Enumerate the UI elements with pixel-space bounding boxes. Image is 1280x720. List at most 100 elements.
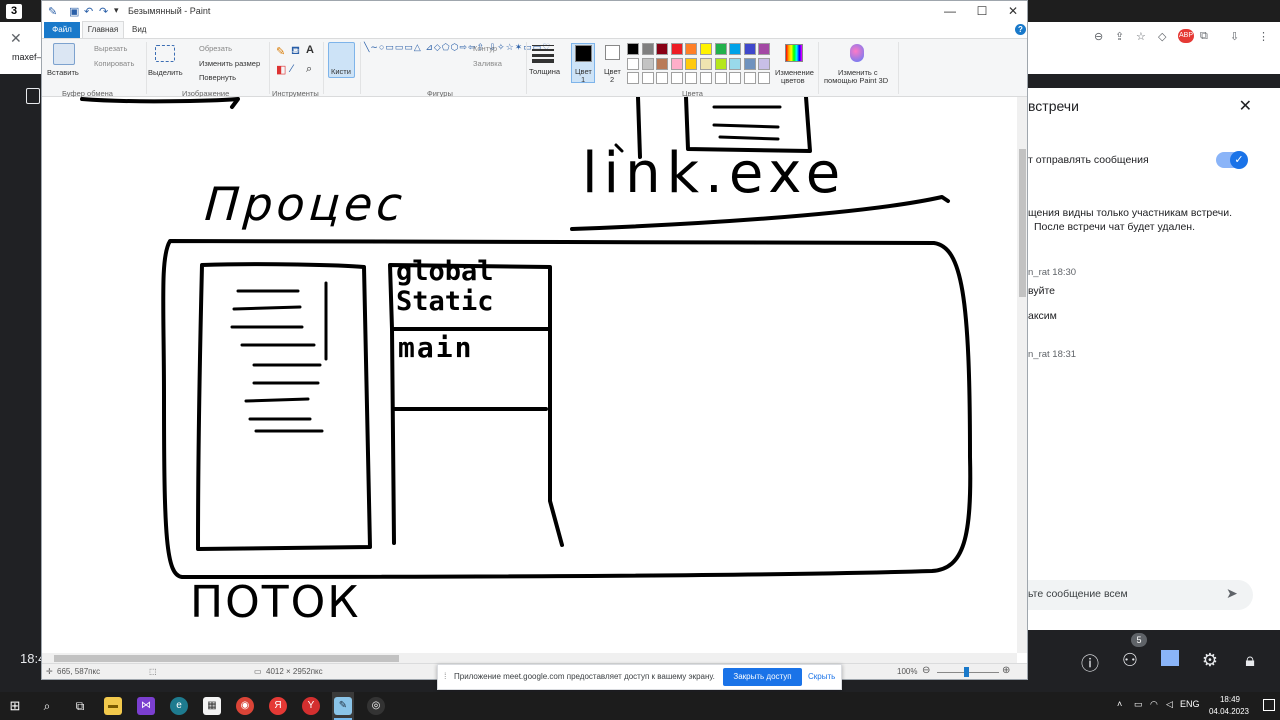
text-icon[interactable]: A xyxy=(306,44,314,56)
zoom-in-icon[interactable]: ⊕ xyxy=(1002,665,1010,676)
windows-start-icon[interactable]: ⊞ xyxy=(6,697,24,715)
visual-studio-icon[interactable]: ⋈ xyxy=(137,697,155,715)
color1-swatch[interactable] xyxy=(575,45,592,62)
info-icon[interactable]: ⓘ xyxy=(1078,650,1102,676)
people-icon[interactable]: ⚇ xyxy=(1118,650,1142,671)
drawing-canvas[interactable]: Процес link.exe global Static main ПОТОК xyxy=(42,97,1017,653)
palette-swatch[interactable] xyxy=(670,57,683,70)
palette-swatch[interactable] xyxy=(700,57,712,70)
vertical-scroll-thumb[interactable] xyxy=(1019,149,1026,297)
edge-icon[interactable]: e xyxy=(170,697,188,715)
tab-file[interactable]: Файл xyxy=(44,22,80,38)
palette-swatch[interactable] xyxy=(729,72,742,84)
palette-swatch[interactable] xyxy=(743,43,756,55)
size-icon[interactable] xyxy=(532,43,554,63)
notification-icon[interactable] xyxy=(1263,699,1275,711)
palette-swatch[interactable] xyxy=(685,72,698,84)
paste-icon[interactable] xyxy=(53,43,75,65)
zoom-icon[interactable]: ⊖ xyxy=(1094,30,1103,43)
tab-count-badge[interactable]: 3 xyxy=(6,4,22,19)
volume-icon[interactable]: ◁ xyxy=(1166,699,1173,710)
outline-button[interactable]: Контур xyxy=(473,44,497,53)
palette-swatch[interactable] xyxy=(641,57,654,70)
color2-swatch[interactable] xyxy=(605,45,620,60)
close-icon[interactable]: ✕ xyxy=(1239,96,1252,116)
drag-handle-icon[interactable]: ⁞ xyxy=(444,671,447,681)
brushes-button[interactable]: Кисти xyxy=(331,67,351,76)
menu-icon[interactable]: ⋮ xyxy=(1258,30,1269,43)
check-icon[interactable]: ✓ xyxy=(1230,151,1248,169)
redo-icon[interactable]: ↷ xyxy=(99,5,108,18)
resize-button[interactable]: Изменить размер xyxy=(199,59,260,68)
download-icon[interactable]: ⇩ xyxy=(1230,30,1239,43)
palette-swatch[interactable] xyxy=(641,72,654,84)
palette-swatch[interactable] xyxy=(743,72,756,84)
color-picker-icon[interactable]: ⁄ xyxy=(291,63,293,75)
chat-icon[interactable] xyxy=(1161,650,1179,666)
file-explorer-icon[interactable]: ▬ xyxy=(104,697,122,715)
palette-swatch[interactable] xyxy=(656,57,669,70)
help-icon[interactable]: ? xyxy=(1015,24,1026,35)
close-icon[interactable]: ✕ xyxy=(10,30,22,47)
palette-swatch[interactable] xyxy=(670,43,683,55)
zoom-out-icon[interactable]: ⊖ xyxy=(922,665,930,676)
close-button[interactable]: ✕ xyxy=(998,4,1027,18)
save-icon[interactable]: ▣ xyxy=(69,5,79,18)
task-view-icon[interactable]: ⧉ xyxy=(71,697,89,715)
fill-button[interactable]: Заливка xyxy=(473,59,502,68)
palette-swatch[interactable] xyxy=(656,43,669,55)
palette-swatch[interactable] xyxy=(758,57,771,70)
paste-button[interactable]: Вставить xyxy=(47,68,79,77)
palette-swatch[interactable] xyxy=(714,57,727,70)
palette-swatch[interactable] xyxy=(641,43,654,55)
zoom-slider-handle[interactable] xyxy=(964,667,969,677)
bookmark-icon[interactable]: ☆ xyxy=(1136,30,1146,43)
chevron-down-icon[interactable]: ▾ xyxy=(114,5,119,16)
clock-date[interactable]: 04.04.2023 xyxy=(1204,707,1254,716)
palette-swatch[interactable] xyxy=(700,43,712,55)
palette-swatch[interactable] xyxy=(656,72,669,84)
size-button[interactable]: Толщина xyxy=(529,67,560,76)
cut-button[interactable]: Вырезать xyxy=(94,44,127,53)
yandex-browser-icon[interactable]: Y xyxy=(302,697,320,715)
palette-swatch[interactable] xyxy=(729,57,742,70)
host-controls-icon[interactable]: 🔒︎ xyxy=(1238,650,1262,671)
eraser-icon[interactable]: ◧ xyxy=(276,63,286,76)
tab-home[interactable]: Главная xyxy=(82,21,124,39)
search-icon[interactable]: ⌕ xyxy=(38,697,56,715)
copy-button[interactable]: Копировать xyxy=(94,59,134,68)
palette-swatch[interactable] xyxy=(627,57,639,70)
puzzle-icon[interactable]: ⧉ xyxy=(1200,30,1208,43)
activities-icon[interactable]: ⚙ xyxy=(1198,650,1222,671)
yandex-icon[interactable]: Я xyxy=(269,697,287,715)
hide-link[interactable]: Скрыть xyxy=(808,672,835,681)
paint3d-line2[interactable]: помощью Paint 3D xyxy=(824,76,888,85)
pencil-icon[interactable]: ✎ xyxy=(276,45,285,58)
palette-swatch[interactable] xyxy=(758,43,771,55)
palette-swatch[interactable] xyxy=(758,72,771,84)
wifi-icon[interactable]: ◠ xyxy=(1150,699,1158,710)
shapes-gallery[interactable]: ╲∼○▭▭▭△ ⊿◇⬠⬡⇨⇦⇧ ⇩✧☆✶▭▭♡ xyxy=(364,42,551,53)
language-indicator[interactable]: ENG xyxy=(1180,699,1200,709)
chrome-icon[interactable]: ◉ xyxy=(236,697,254,715)
paint3d-icon[interactable] xyxy=(850,44,864,62)
palette-swatch[interactable] xyxy=(743,57,756,70)
rotate-button[interactable]: Повернуть xyxy=(199,73,236,82)
tab-view[interactable]: Вид xyxy=(132,22,156,38)
maximize-button[interactable]: ☐ xyxy=(967,4,997,18)
palette-swatch[interactable] xyxy=(685,57,698,70)
palette-swatch[interactable] xyxy=(627,72,639,84)
palette-swatch[interactable] xyxy=(714,72,727,84)
horizontal-scroll-thumb[interactable] xyxy=(54,655,399,662)
share-icon[interactable]: ⇪ xyxy=(1115,30,1124,43)
chevron-up-icon[interactable]: ˄ xyxy=(1117,699,1122,709)
send-icon[interactable]: ➤ xyxy=(1226,585,1238,602)
store-icon[interactable]: ▦ xyxy=(203,697,221,715)
clock-time[interactable]: 18:49 xyxy=(1208,695,1252,704)
adblock-icon[interactable]: ABP xyxy=(1178,29,1194,43)
palette-swatch[interactable] xyxy=(714,43,727,55)
minimize-button[interactable]: — xyxy=(935,4,965,18)
select-button[interactable]: Выделить xyxy=(148,68,183,77)
present-icon[interactable] xyxy=(26,88,40,104)
stop-sharing-button[interactable]: Закрыть доступ xyxy=(723,668,802,686)
